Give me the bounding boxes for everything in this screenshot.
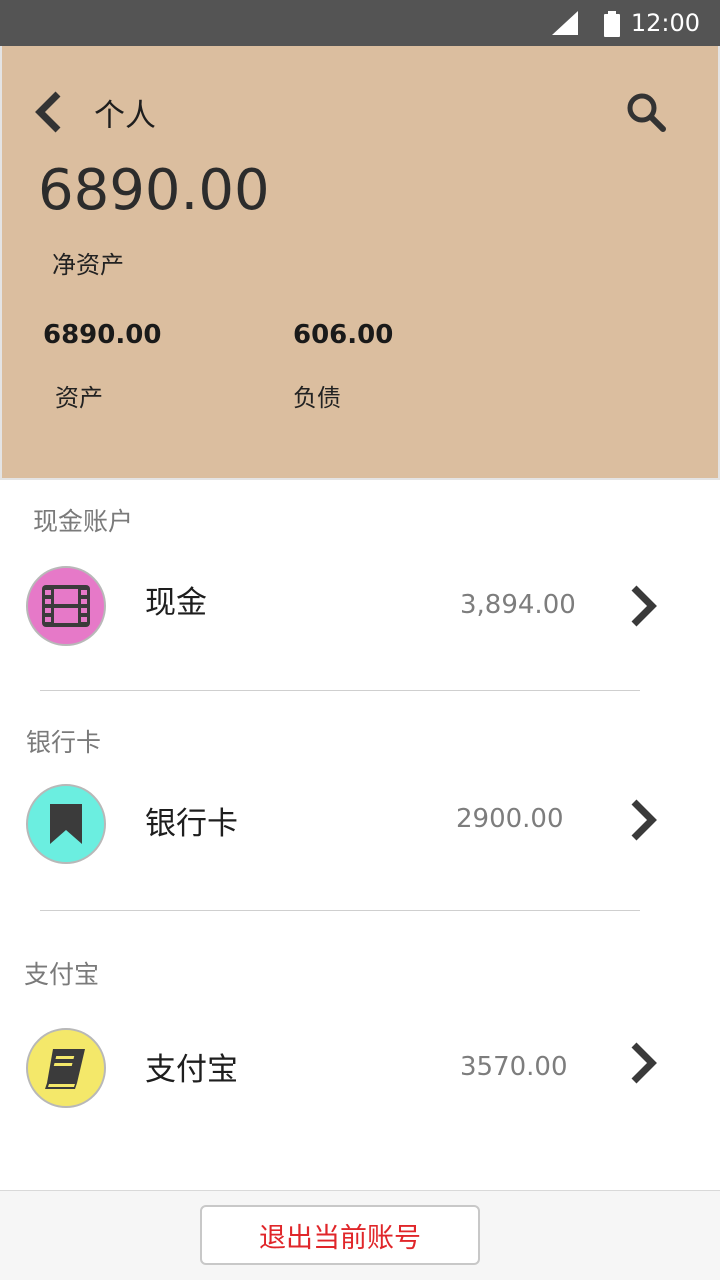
section-title-cash: 现金账户 xyxy=(33,507,134,536)
status-time: 12:00 xyxy=(630,9,700,37)
assets-value: 6890.00 xyxy=(43,320,162,350)
divider xyxy=(40,690,640,691)
account-name: 现金 xyxy=(145,585,207,621)
signal-icon xyxy=(552,11,578,35)
film-icon xyxy=(26,566,106,646)
logout-button[interactable]: 退出当前账号 xyxy=(200,1205,480,1265)
chevron-right-icon xyxy=(631,585,657,627)
footer-bar: 退出当前账号 xyxy=(0,1190,720,1280)
debt-value: 606.00 xyxy=(293,320,394,350)
page-title: 个人 xyxy=(94,98,156,134)
account-row-bank[interactable]: 银行卡 2900.00 xyxy=(0,784,720,874)
account-amount: 3570.00 xyxy=(460,1052,568,1082)
account-name: 银行卡 xyxy=(145,806,238,842)
section-title-bank: 银行卡 xyxy=(26,728,102,757)
section-title-alipay: 支付宝 xyxy=(24,960,100,989)
divider xyxy=(40,910,640,911)
net-assets-label: 净资产 xyxy=(52,251,124,279)
status-bar: 12:00 xyxy=(0,0,720,46)
net-assets-value: 6890.00 xyxy=(38,158,270,223)
account-amount: 3,894.00 xyxy=(460,590,576,620)
back-icon[interactable] xyxy=(28,88,72,136)
account-row-cash[interactable]: 现金 3,894.00 xyxy=(0,566,720,656)
chevron-right-icon xyxy=(631,799,657,841)
bookmark-icon xyxy=(26,784,106,864)
account-name: 支付宝 xyxy=(145,1052,238,1088)
battery-icon xyxy=(604,11,620,37)
chevron-right-icon xyxy=(631,1042,657,1084)
account-summary-header: 个人 6890.00 净资产 6890.00 606.00 资产 负债 xyxy=(0,46,720,480)
search-icon[interactable] xyxy=(622,88,672,138)
account-row-alipay[interactable]: 支付宝 3570.00 xyxy=(0,1028,720,1118)
account-amount: 2900.00 xyxy=(456,804,564,834)
debt-label: 负债 xyxy=(293,384,341,412)
assets-label: 资产 xyxy=(55,384,103,412)
book-icon xyxy=(26,1028,106,1108)
